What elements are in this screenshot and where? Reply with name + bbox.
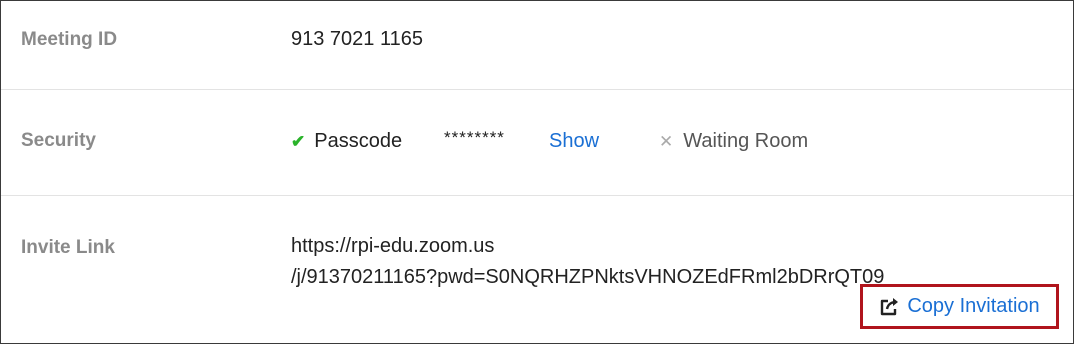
invite-link-text-line2: /j/91370211165?pwd=S0NQRHZPNktsVHNOZEdFR…: [291, 266, 885, 288]
passcode-masked: ********: [444, 128, 505, 147]
passcode-label: Passcode: [314, 130, 403, 152]
invite-link-text-line1: https://rpi-edu.zoom.us: [291, 235, 495, 257]
security-label: Security: [21, 130, 96, 151]
meeting-id-row: Meeting ID 913 7021 1165: [1, 1, 1073, 90]
meeting-id-label: Meeting ID: [21, 29, 118, 50]
meeting-details-panel: Meeting ID 913 7021 1165 Security ✔ Pass…: [0, 0, 1074, 344]
show-passcode-link[interactable]: Show: [549, 130, 599, 153]
copy-invitation-label: Copy Invitation: [907, 295, 1040, 317]
check-icon: ✔: [291, 131, 306, 151]
waiting-room-status: ✕ Waiting Room: [659, 130, 808, 153]
security-row: Security ✔ Passcode ******** Show ✕ Wait…: [1, 90, 1073, 196]
invite-link-label: Invite Link: [21, 237, 115, 258]
share-icon: [881, 297, 899, 315]
waiting-room-label: Waiting Room: [683, 130, 809, 152]
x-icon: ✕: [659, 131, 674, 151]
passcode-status: ✔ Passcode: [291, 130, 402, 153]
copy-invitation-button[interactable]: Copy Invitation: [860, 284, 1059, 329]
meeting-id-value: 913 7021 1165: [291, 28, 423, 50]
